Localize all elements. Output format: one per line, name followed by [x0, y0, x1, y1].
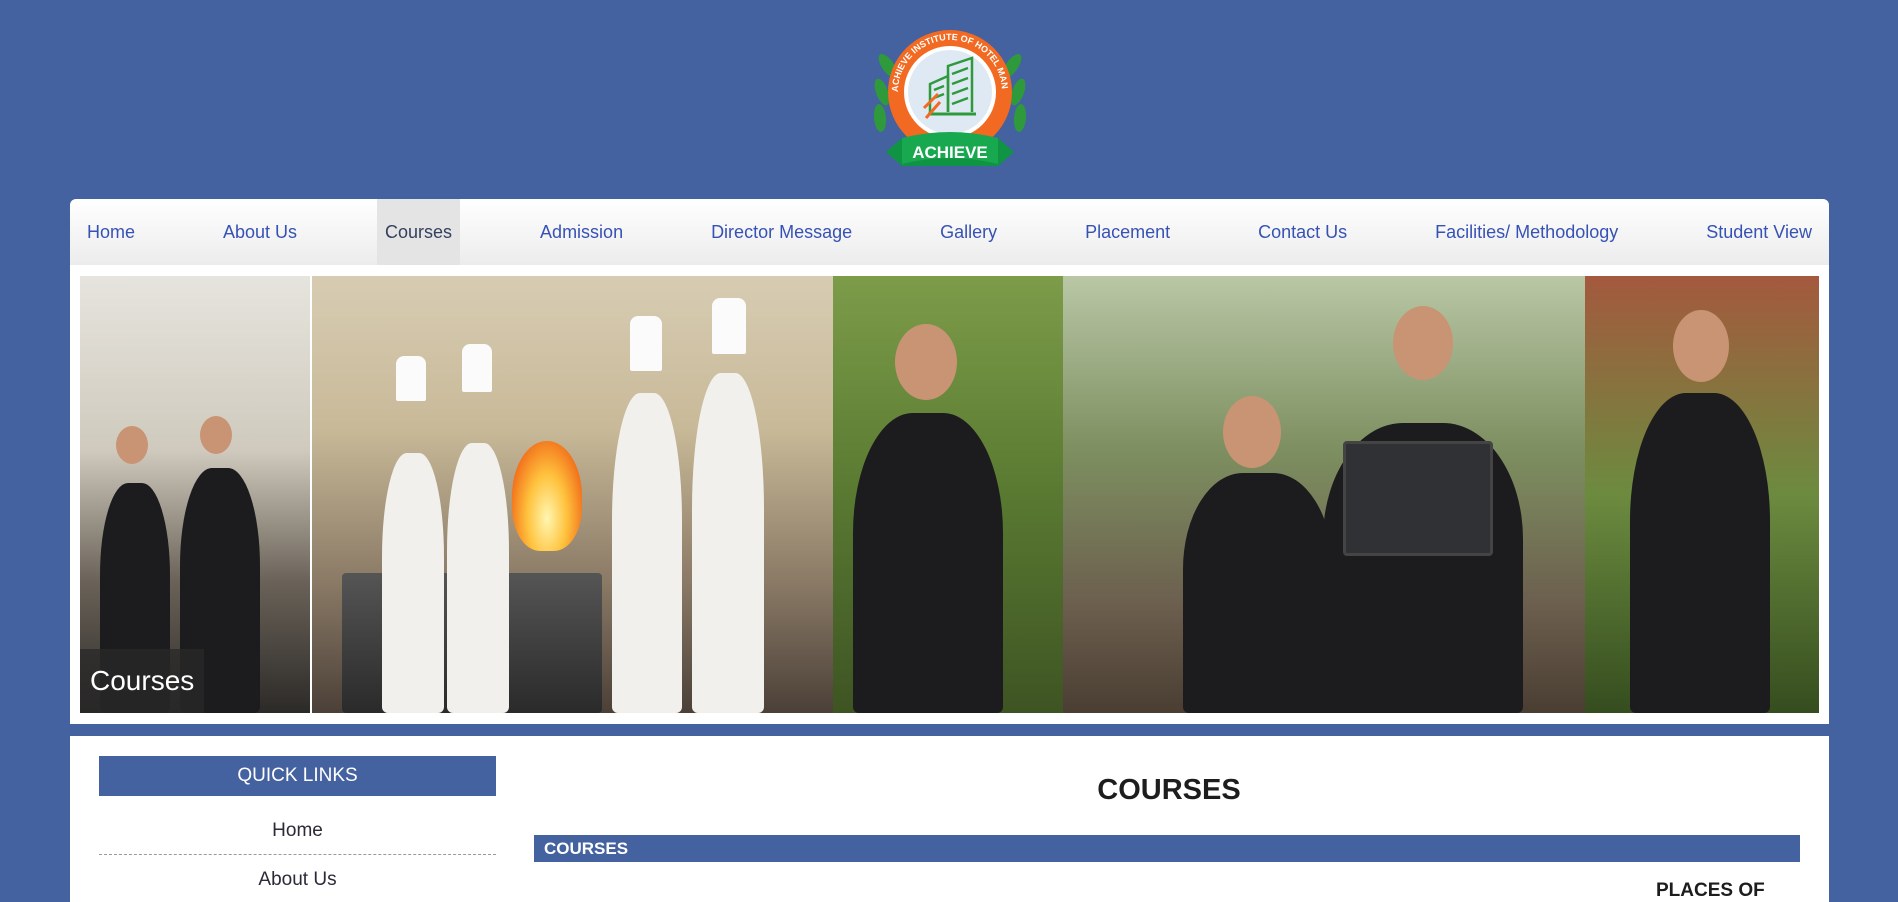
section-bar-courses: COURSES: [534, 835, 1800, 862]
quick-links-title: QUICK LINKS: [99, 756, 496, 796]
nav-contact-us[interactable]: Contact Us: [1250, 199, 1355, 265]
quick-link-about-us[interactable]: About Us: [99, 856, 496, 902]
content-area: QUICK LINKS Home About Us COURSES COURSE…: [70, 736, 1829, 902]
banner-image: Courses: [80, 276, 1819, 713]
banner-photo-bar-staff: [80, 276, 312, 713]
nav-facilities-methodology[interactable]: Facilities/ Methodology: [1427, 199, 1626, 265]
nav-placement[interactable]: Placement: [1077, 199, 1178, 265]
page-title: COURSES: [1097, 774, 1241, 806]
nav-student-view[interactable]: Student View: [1698, 199, 1820, 265]
quick-link-home[interactable]: Home: [99, 807, 496, 855]
nav-about-us[interactable]: About Us: [215, 199, 305, 265]
places-heading: PLACES OF: [1656, 880, 1765, 901]
logo-ribbon-text: ACHIEVE: [912, 143, 988, 162]
nav-home[interactable]: Home: [79, 199, 143, 265]
nav-director-message[interactable]: Director Message: [703, 199, 860, 265]
nav-courses[interactable]: Courses: [377, 199, 461, 265]
banner-photo-student-standing: [1585, 276, 1819, 713]
nav-admission[interactable]: Admission: [532, 199, 631, 265]
banner-section: Courses: [70, 265, 1829, 724]
logo-emblem: ACHIEVE INSTITUTE OF HOTEL MANAGEMENT AC…: [868, 14, 1027, 166]
main-nav: Home About Us Courses Admission Director…: [70, 199, 1829, 265]
banner-photo-students-laptop: [1063, 276, 1585, 713]
banner-photo-chefs: [312, 276, 833, 713]
institute-logo[interactable]: ACHIEVE INSTITUTE OF HOTEL MANAGEMENT AC…: [868, 14, 1032, 184]
nav-gallery[interactable]: Gallery: [932, 199, 1005, 265]
banner-caption: Courses: [80, 649, 204, 713]
banner-photo-student-book: [833, 276, 1063, 713]
